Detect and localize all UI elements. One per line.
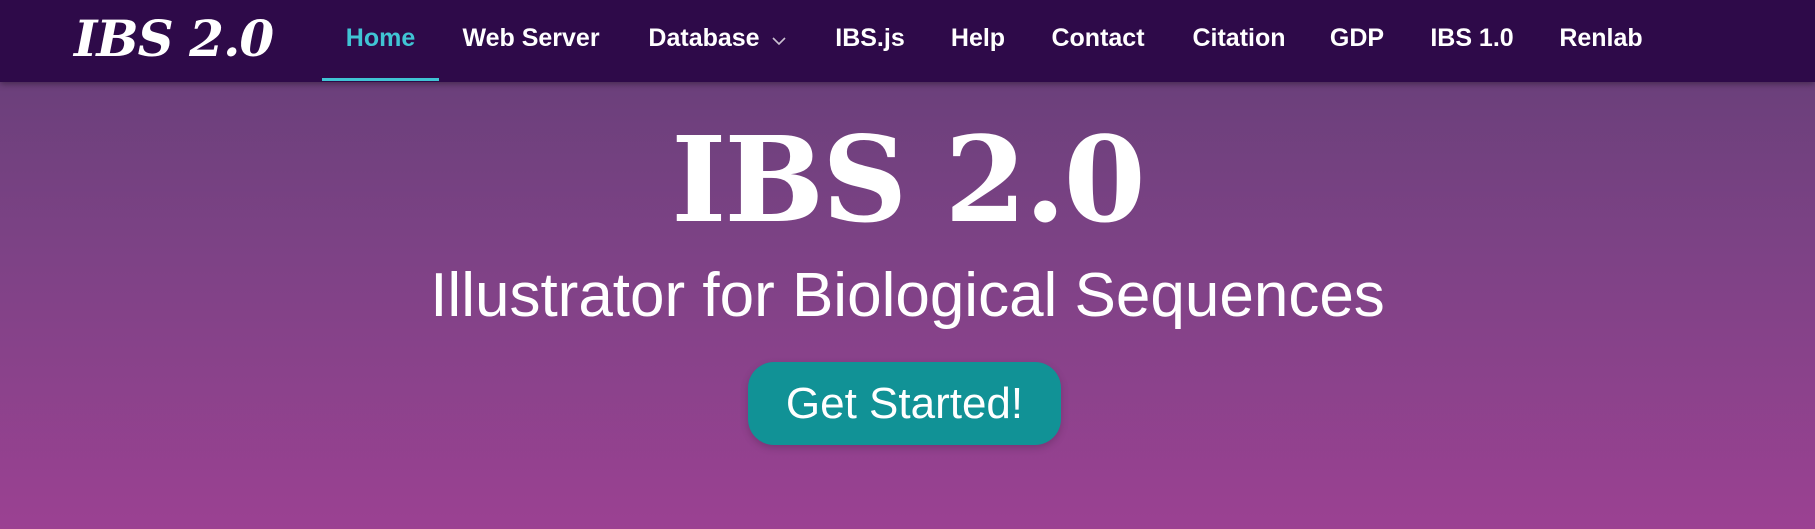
hero-title: IBS 2.0 [671,110,1146,249]
navbar: IBS 2.0 Home Web Server Database IBS.js … [0,0,1815,82]
nav-renlab[interactable]: Renlab [1552,0,1650,82]
nav-database-label: Database [648,23,760,52]
hero-section: IBS 2.0 Illustrator for Biological Seque… [0,82,1815,529]
chevron-down-icon [772,24,786,53]
hero-subtitle: Illustrator for Biological Sequences [430,261,1385,330]
nav-home[interactable]: Home [322,0,439,82]
nav-active-indicator [322,78,439,81]
nav-gdp[interactable]: GDP [1322,0,1392,82]
nav-help[interactable]: Help [940,0,1016,82]
nav-ibsjs[interactable]: IBS.js [824,0,916,82]
nav-database[interactable]: Database [636,0,798,82]
nav-ibs-1[interactable]: IBS 1.0 [1418,0,1526,82]
get-started-button[interactable]: Get Started! [748,362,1061,445]
nav-citation[interactable]: Citation [1182,0,1296,82]
nav-web-server[interactable]: Web Server [450,0,612,82]
brand-logo[interactable]: IBS 2.0 [74,6,274,72]
nav-contact[interactable]: Contact [1040,0,1156,82]
